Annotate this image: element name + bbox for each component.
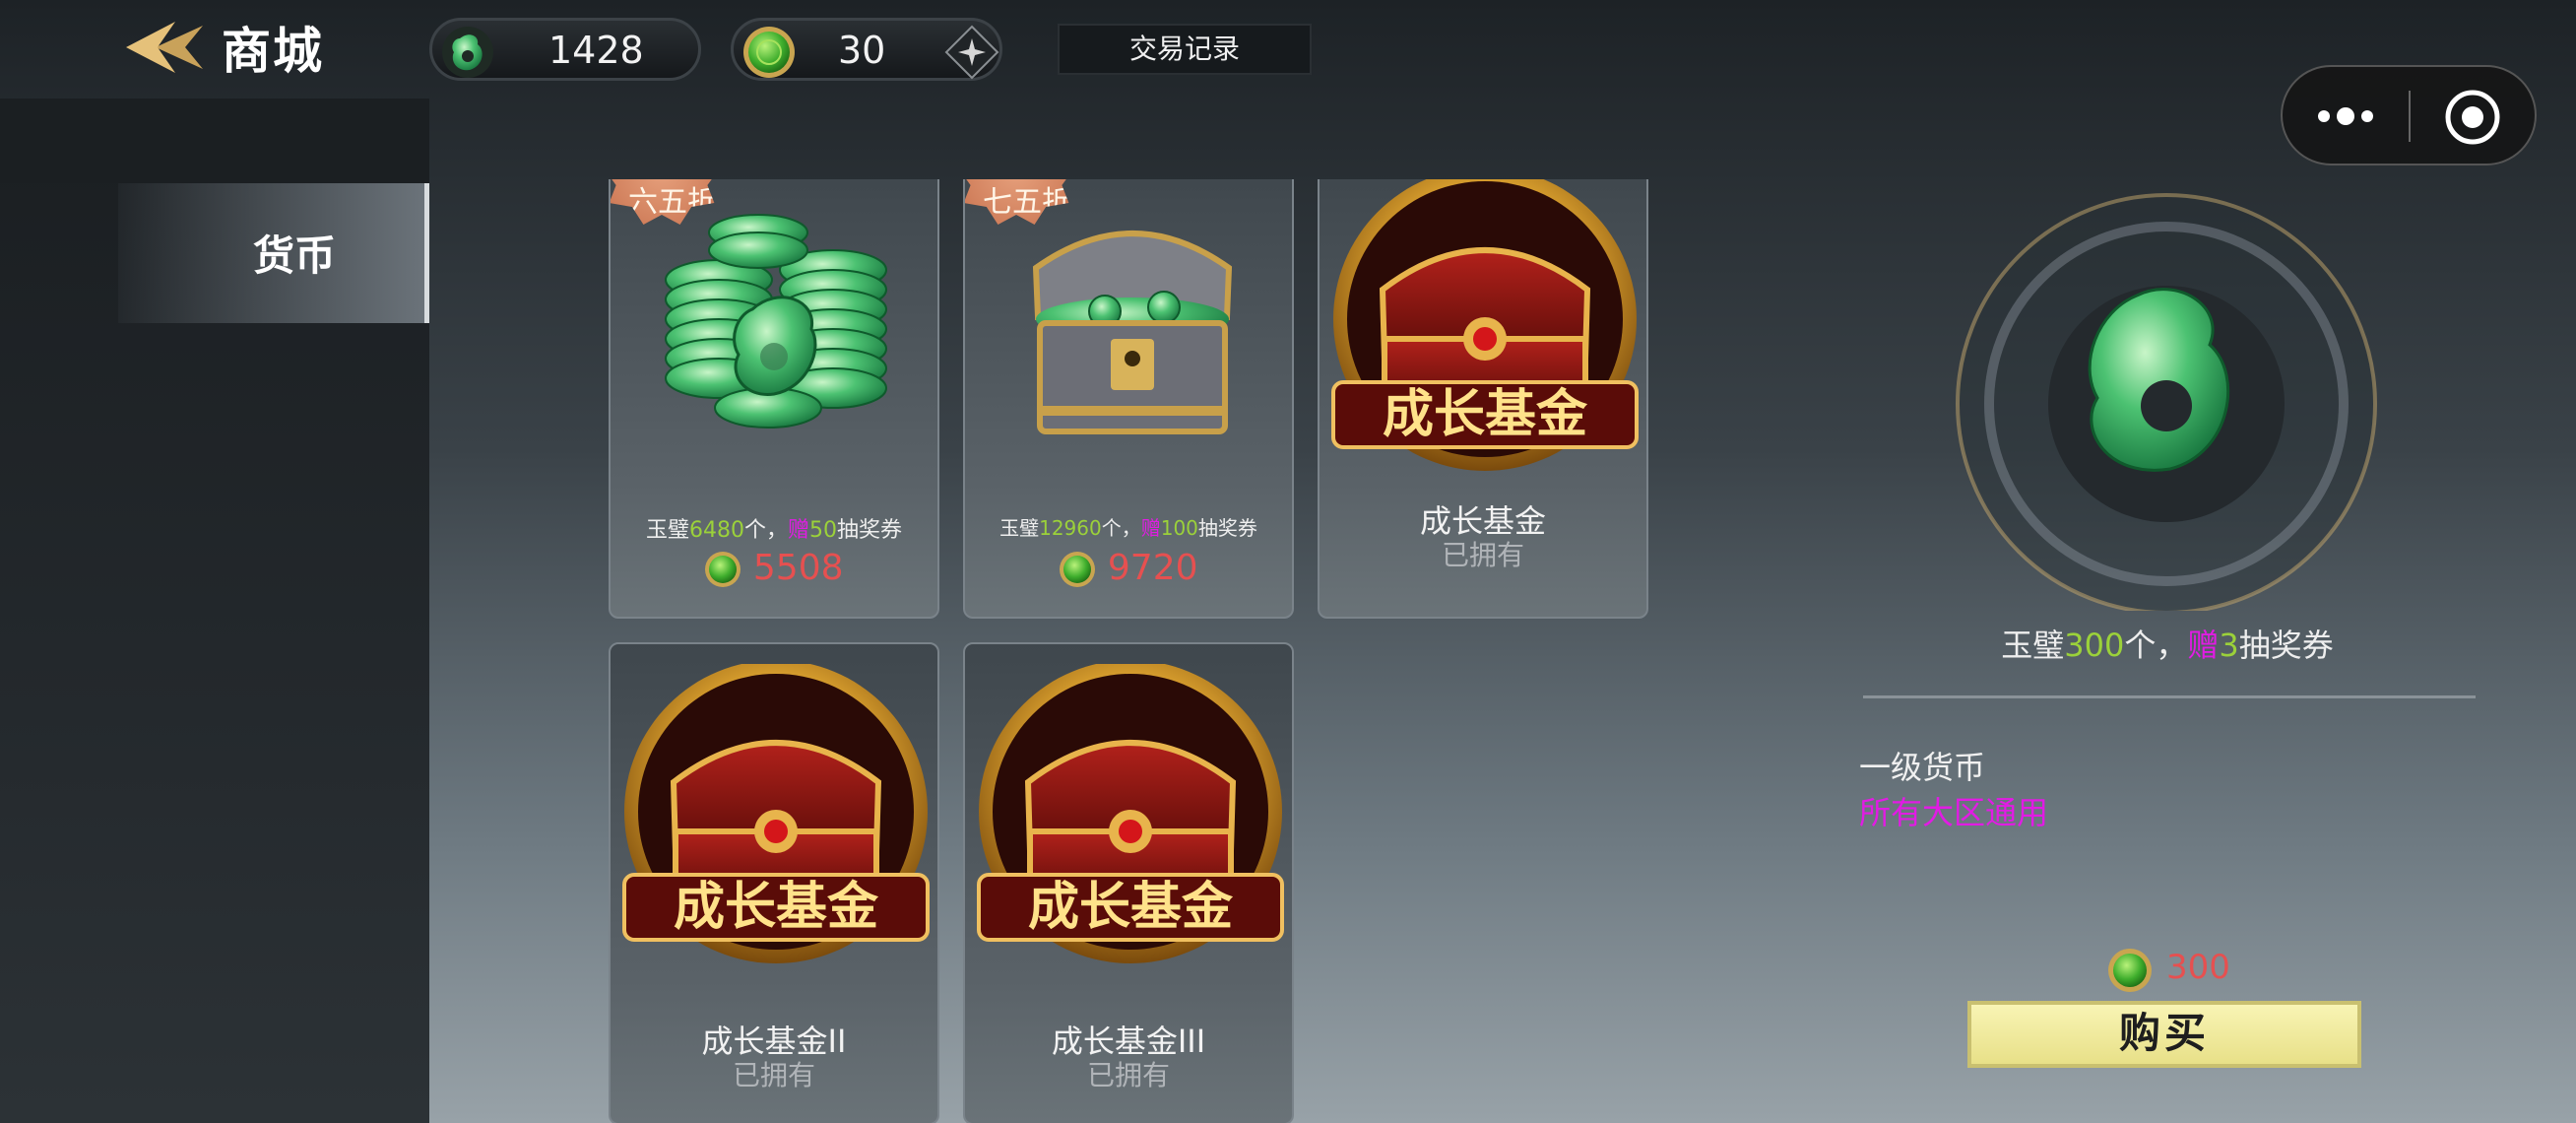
close-miniapp-icon[interactable] xyxy=(2444,89,2501,146)
item-price: 9720 xyxy=(965,548,1292,588)
growth-fund-chest-image: 成长基金 xyxy=(622,664,930,963)
tab-currency[interactable]: 货币 xyxy=(118,183,429,323)
item-description: 玉璧12960个，赠100抽奖券 xyxy=(999,516,1257,540)
miniapp-capsule xyxy=(2281,65,2537,165)
item-card-jade-6480[interactable]: 六五折 玉璧6480个，赠50抽奖券 5508 xyxy=(609,179,939,619)
tab-currency-label: 货币 xyxy=(252,231,336,280)
detail-price-value: 300 xyxy=(2166,948,2230,987)
growth-fund-chest-image: 成长基金 xyxy=(1331,179,1639,471)
jade-currency-display: 1428 xyxy=(429,18,701,81)
coin-amount: 30 xyxy=(838,29,886,72)
item-grid: 六五折 玉璧6480个，赠50抽奖券 5508 七五折 玉璧12960个，赠10… xyxy=(429,179,1650,1123)
trade-record-button[interactable]: 交易记录 xyxy=(1058,24,1312,75)
detail-description: 玉璧300个，赠3抽奖券 xyxy=(2001,627,2334,664)
detail-separator xyxy=(1863,695,2476,698)
growth-fund-art-label: 成长基金 xyxy=(1383,384,1588,444)
detail-scope: 所有大区通用 xyxy=(1859,794,2049,831)
coin-currency-display: 30 xyxy=(731,18,1002,81)
top-bar: 商城 1428 30 交易记录 xyxy=(0,0,2576,99)
jade-pile-image xyxy=(665,214,887,429)
silver-chest-image xyxy=(1032,231,1233,434)
item-owned-status: 已拥有 xyxy=(732,1059,815,1091)
growth-fund-chest-image: 成长基金 xyxy=(977,664,1284,963)
item-card-growth-fund-2[interactable]: 成长基金 成长基金II 已拥有 xyxy=(609,642,939,1123)
capsule-divider xyxy=(2409,91,2411,142)
item-card-growth-fund[interactable]: 成长基金 成长基金 已拥有 xyxy=(1318,179,1648,619)
more-options-icon[interactable] xyxy=(2314,97,2377,136)
item-description: 玉璧6480个，赠50抽奖券 xyxy=(645,518,903,543)
back-button[interactable] xyxy=(116,18,205,77)
item-detail-panel: 玉璧300个，赠3抽奖券 一级货币 所有大区通用 300 购买 xyxy=(1851,177,2501,1123)
green-coin-icon xyxy=(2108,949,2152,992)
item-card-growth-fund-3[interactable]: 成长基金 成长基金III 已拥有 xyxy=(963,642,1294,1123)
jade-amount: 1428 xyxy=(548,29,644,72)
detail-currency-type: 一级货币 xyxy=(1859,749,1986,786)
item-card-jade-12960[interactable]: 七五折 玉璧12960个，赠100抽奖券 9720 xyxy=(963,179,1294,619)
page-title: 商城 xyxy=(222,23,324,80)
green-coin-icon xyxy=(705,552,741,587)
item-owned-status: 已拥有 xyxy=(1086,1059,1170,1091)
sidebar-header xyxy=(0,99,429,183)
back-arrow-icon xyxy=(126,22,203,73)
growth-fund-art-label: 成长基金 xyxy=(674,877,879,937)
item-price: 5508 xyxy=(611,548,937,588)
buy-button[interactable]: 购买 xyxy=(1967,1001,2361,1068)
jade-icon xyxy=(442,27,493,78)
item-owned-status: 已拥有 xyxy=(1441,539,1524,571)
detail-jade-image xyxy=(1956,193,2377,611)
add-coin-icon[interactable] xyxy=(944,25,999,80)
green-coin-icon xyxy=(743,27,795,78)
green-coin-icon xyxy=(1060,552,1096,587)
growth-fund-art-label: 成长基金 xyxy=(1028,877,1234,937)
